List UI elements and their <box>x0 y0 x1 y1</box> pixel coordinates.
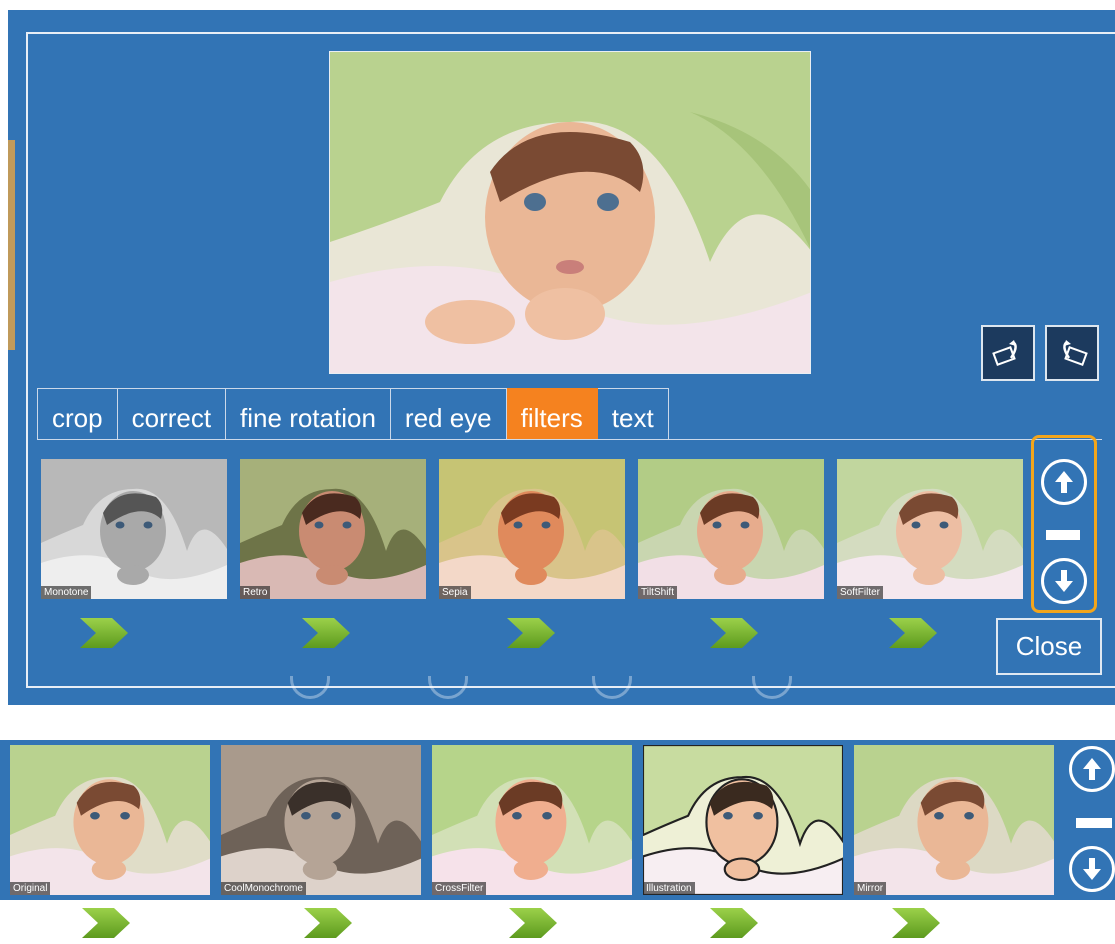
arrow-down-icon <box>1055 570 1073 592</box>
filter-label: Mirror <box>854 882 887 895</box>
tab-red-eye[interactable]: red eye <box>390 388 507 440</box>
tab-crop[interactable]: crop <box>38 388 118 440</box>
filter-label: Sepia <box>439 586 471 599</box>
scroll-up-button[interactable] <box>1041 459 1087 505</box>
green-arrow-icon <box>300 616 352 650</box>
filter-label: Illustration <box>643 882 695 895</box>
filter-label: TiltShift <box>638 586 677 599</box>
green-arrow-icon <box>887 616 939 650</box>
tab-fine-rotation[interactable]: fine rotation <box>226 388 391 440</box>
arrow-down-icon <box>1083 858 1101 880</box>
scroll-down-button[interactable] <box>1069 846 1115 892</box>
scroll-separator <box>1046 530 1080 540</box>
filter-label: Retro <box>240 586 271 599</box>
filter-thumbnail-monotone[interactable]: Monotone <box>41 459 227 599</box>
arrow-up-icon <box>1055 471 1073 493</box>
green-arrow-icon <box>302 906 354 940</box>
filter-label: CoolMonochrome <box>221 882 306 895</box>
green-arrow-icon <box>507 906 559 940</box>
green-arrow-icon <box>505 616 557 650</box>
edit-tabs: crop correct fine rotation red eye filte… <box>37 388 669 440</box>
filter-label: Original <box>10 882 51 895</box>
scroll-separator <box>1076 818 1112 828</box>
green-arrow-icon <box>708 906 760 940</box>
filter-thumbnail-crossfilter[interactable]: CrossFilter <box>432 745 632 895</box>
green-arrow-icon <box>80 906 132 940</box>
rotate-left-button[interactable] <box>981 325 1035 381</box>
green-arrow-icon <box>890 906 942 940</box>
filter-label: SoftFilter <box>837 586 884 599</box>
filter-thumbnail-original[interactable]: Original <box>10 745 210 895</box>
filter-thumbnail-illustration[interactable]: Illustration <box>643 745 843 895</box>
background-edge <box>8 140 15 350</box>
scroll-down-button[interactable] <box>1041 558 1087 604</box>
scroll-up-button[interactable] <box>1069 746 1115 792</box>
tab-underline <box>37 439 1102 440</box>
arrow-up-icon <box>1083 758 1101 780</box>
filter-thumbnail-tiltshift[interactable]: TiltShift <box>638 459 824 599</box>
tab-correct[interactable]: correct <box>117 388 227 440</box>
rotate-right-button[interactable] <box>1045 325 1099 381</box>
filter-thumbnail-retro[interactable]: Retro <box>240 459 426 599</box>
close-button[interactable]: Close <box>996 618 1102 675</box>
tab-text[interactable]: text <box>597 388 669 440</box>
filter-label: Monotone <box>41 586 92 599</box>
filter-thumbnail-sepia[interactable]: Sepia <box>439 459 625 599</box>
tab-filters[interactable]: filters <box>506 388 598 440</box>
rotate-right-icon <box>1063 340 1088 366</box>
filter-thumbnail-softfilter[interactable]: SoftFilter <box>837 459 1023 599</box>
rotate-left-icon <box>992 340 1017 366</box>
filter-thumbnail-coolmonochrome[interactable]: CoolMonochrome <box>221 745 421 895</box>
green-arrow-icon <box>78 616 130 650</box>
filter-label: CrossFilter <box>432 882 487 895</box>
preview-photo <box>329 51 811 374</box>
filter-thumbnail-mirror[interactable]: Mirror <box>854 745 1054 895</box>
green-arrow-icon <box>708 616 760 650</box>
